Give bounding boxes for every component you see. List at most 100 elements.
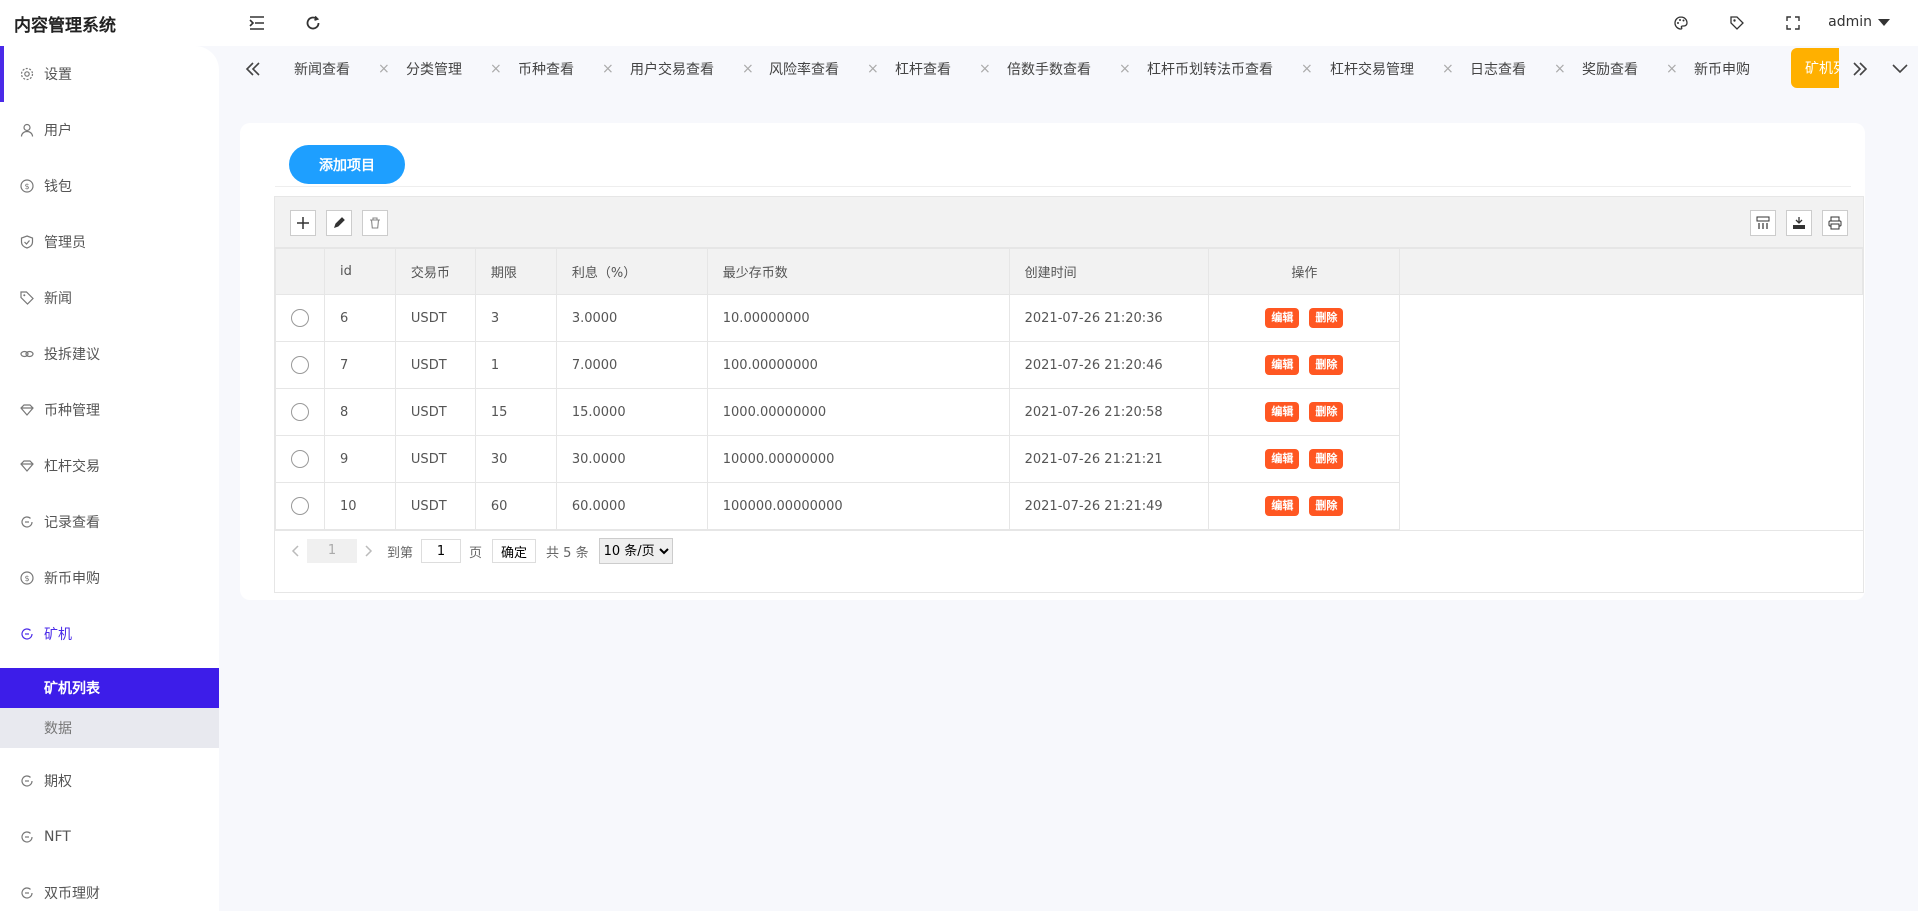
edit-button[interactable]: 编辑: [1265, 402, 1300, 422]
chevron-right-icon[interactable]: [361, 537, 377, 565]
print-icon[interactable]: [1822, 210, 1848, 236]
close-icon[interactable]: ×: [867, 61, 879, 77]
confirm-page-button[interactable]: 确定: [492, 539, 537, 563]
close-icon[interactable]: ×: [1554, 61, 1566, 77]
plus-icon[interactable]: [290, 210, 316, 236]
tab-multiplier[interactable]: 倍数手数查看 ×: [1007, 56, 1131, 82]
tab-label: 杠杆币划转法币查看: [1147, 62, 1273, 78]
edit-button[interactable]: 编辑: [1265, 496, 1300, 516]
cell-actions: 编辑 删除: [1208, 294, 1401, 342]
close-icon[interactable]: ×: [742, 61, 754, 77]
sidebar-item-records[interactable]: 记录查看: [0, 494, 219, 550]
tab-category[interactable]: 分类管理 ×: [406, 56, 502, 82]
delete-button[interactable]: 删除: [1309, 402, 1344, 422]
sidebar-item-admins[interactable]: 管理员: [0, 214, 219, 270]
tab-leverage-view[interactable]: 杠杆查看 ×: [895, 56, 991, 82]
close-icon[interactable]: ×: [1442, 61, 1454, 77]
chevron-double-left-icon[interactable]: [242, 58, 264, 80]
edit-button[interactable]: 编辑: [1265, 308, 1300, 328]
page-size-select[interactable]: 10 条/页: [598, 538, 673, 564]
sidebar-item-feedback[interactable]: 投拆建议: [0, 326, 219, 382]
app-title: 内容管理系统: [14, 16, 116, 36]
cell-term: 15: [474, 388, 557, 436]
chevron-down-icon[interactable]: [1889, 58, 1911, 80]
sidebar-item-users[interactable]: 用户: [0, 102, 219, 158]
cell-term: 1: [474, 341, 557, 389]
svg-text:$: $: [24, 574, 29, 583]
delete-button[interactable]: 删除: [1309, 308, 1344, 328]
header-coin: 交易币: [394, 248, 476, 295]
close-icon[interactable]: ×: [979, 61, 991, 77]
pencil-icon[interactable]: [326, 210, 352, 236]
chevron-down-icon: [1878, 18, 1890, 26]
chevron-double-right-icon[interactable]: [1849, 58, 1871, 80]
close-icon[interactable]: ×: [1301, 61, 1313, 77]
sidebar-item-miner[interactable]: 矿机: [0, 606, 219, 662]
circle-arrow-icon: [20, 886, 34, 900]
sidebar-subitem-data[interactable]: 数据: [0, 708, 219, 748]
sidebar-item-news[interactable]: 新闻: [0, 270, 219, 326]
circle-arrow-icon: [20, 515, 34, 529]
tab-leverage-transfer[interactable]: 杠杆币划转法币查看 ×: [1147, 56, 1313, 82]
row-radio[interactable]: [290, 450, 309, 468]
row-radio[interactable]: [290, 309, 309, 327]
refresh-icon[interactable]: [302, 12, 324, 34]
shield-icon: [20, 235, 34, 249]
close-icon[interactable]: ×: [602, 61, 614, 77]
sidebar-subitem-miner-list[interactable]: 矿机列表: [0, 668, 219, 708]
row-radio[interactable]: [290, 356, 309, 374]
export-icon[interactable]: [1786, 210, 1812, 236]
sidebar-item-nft[interactable]: NFT: [0, 809, 219, 865]
edit-button[interactable]: 编辑: [1265, 355, 1300, 375]
tab-risk-rate[interactable]: 风险率查看 ×: [769, 56, 879, 82]
user-menu[interactable]: admin: [1828, 14, 1890, 30]
edit-button[interactable]: 编辑: [1265, 449, 1300, 469]
tab-logs[interactable]: 日志查看 ×: [1470, 56, 1566, 82]
tab-currency-view[interactable]: 币种查看 ×: [518, 56, 614, 82]
row-radio[interactable]: [290, 403, 309, 421]
delete-button[interactable]: 删除: [1309, 449, 1344, 469]
add-item-button[interactable]: 添加项目: [289, 145, 405, 184]
tab-miner-list-active[interactable]: 矿机列表: [1791, 48, 1839, 88]
sidebar-item-dual-currency[interactable]: 双币理财: [0, 865, 219, 911]
sidebar-item-label: 钱包: [44, 179, 72, 195]
content-card: 添加项目 id 交易币 期限 利息（%） 最少存币数 创建时间 操作 6 USD…: [240, 123, 1865, 600]
current-page[interactable]: 1: [307, 539, 357, 563]
tab-label: 杠杆交易管理: [1330, 62, 1414, 78]
row-select: [275, 435, 325, 483]
tab-leverage-trade[interactable]: 杠杆交易管理 ×: [1330, 56, 1454, 82]
sidebar-item-options[interactable]: 期权: [0, 753, 219, 809]
close-icon[interactable]: ×: [490, 61, 502, 77]
tab-label: 矿机列表: [1805, 61, 1839, 77]
theme-palette-icon[interactable]: [1670, 12, 1692, 34]
cell-interest: 3.0000: [555, 294, 708, 342]
tab-user-trade[interactable]: 用户交易查看 ×: [630, 56, 754, 82]
chevron-left-icon[interactable]: [287, 537, 303, 565]
menu-fold-icon[interactable]: [246, 12, 268, 34]
sidebar-subitem-label: 数据: [44, 721, 72, 737]
table-header-row: id 交易币 期限 利息（%） 最少存币数 创建时间 操作: [275, 248, 1863, 295]
fullscreen-icon[interactable]: [1782, 12, 1804, 34]
sidebar-item-leverage[interactable]: 杠杆交易: [0, 438, 219, 494]
tab-new-coin[interactable]: 新币申购: [1694, 56, 1750, 82]
header-select: [275, 248, 325, 295]
tab-news-view[interactable]: 新闻查看 ×: [294, 56, 390, 82]
sidebar-item-label: 投拆建议: [44, 347, 100, 363]
tab-rewards[interactable]: 奖励查看 ×: [1582, 56, 1678, 82]
sidebar-item-settings[interactable]: 设置: [0, 46, 219, 102]
sidebar-item-currency[interactable]: 币种管理: [0, 382, 219, 438]
tag-icon[interactable]: [1726, 12, 1748, 34]
goto-page-input[interactable]: [421, 539, 462, 563]
row-radio[interactable]: [290, 497, 309, 515]
cell-created: 2021-07-26 21:21:49: [1008, 482, 1210, 530]
cell-actions: 编辑 删除: [1208, 388, 1401, 436]
close-icon[interactable]: ×: [1119, 61, 1131, 77]
delete-button[interactable]: 删除: [1309, 355, 1344, 375]
delete-button[interactable]: 删除: [1309, 496, 1344, 516]
sidebar-item-new-coin[interactable]: $ 新币申购: [0, 550, 219, 606]
close-icon[interactable]: ×: [1666, 61, 1678, 77]
sidebar-item-wallet[interactable]: $ 钱包: [0, 158, 219, 214]
trash-icon[interactable]: [362, 210, 388, 236]
close-icon[interactable]: ×: [378, 61, 390, 77]
columns-icon[interactable]: [1750, 210, 1776, 236]
